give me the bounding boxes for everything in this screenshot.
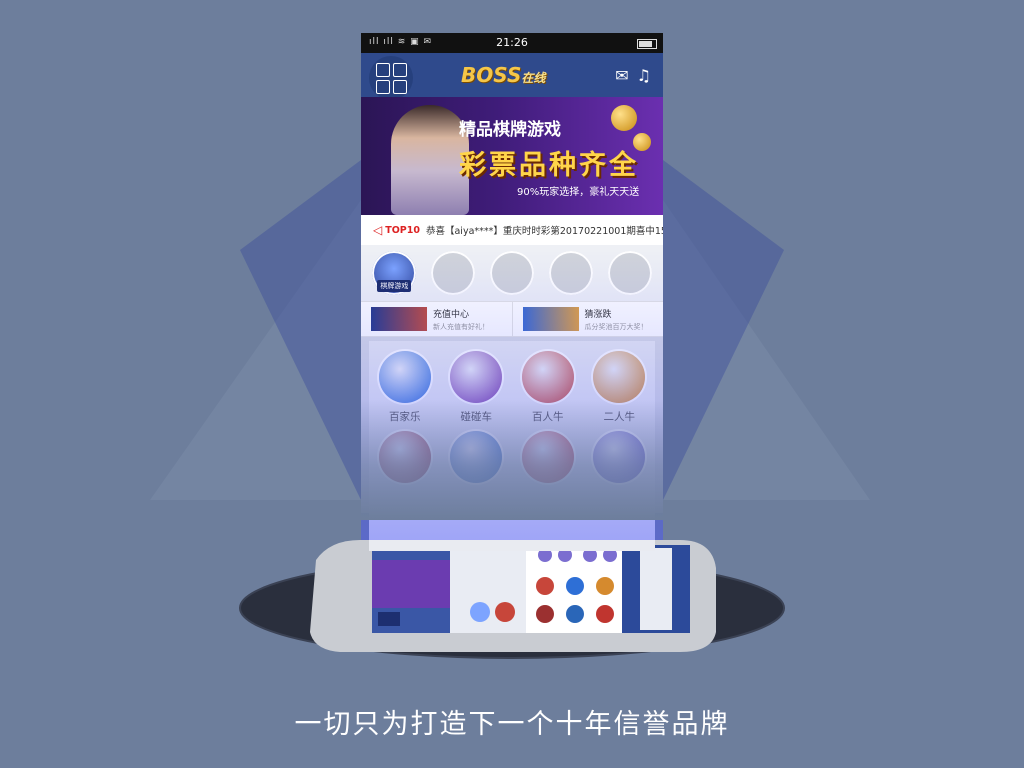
game-icon	[450, 431, 503, 483]
category-item[interactable]	[431, 251, 476, 295]
category-item[interactable]	[607, 251, 652, 295]
game-label: 百人牛	[532, 411, 564, 423]
slogan-caption: 一切只为打造下一个十年信誉品牌	[294, 709, 730, 740]
recharge-thumb	[371, 307, 427, 331]
game-item[interactable]	[369, 431, 441, 511]
game-item[interactable]	[441, 431, 513, 511]
top10-badge: TOP10	[385, 224, 420, 236]
status-bar: ıll ıll ≋ ▣ ✉ 21:26	[361, 33, 663, 53]
battery-icon	[637, 39, 657, 49]
banner-model-image	[391, 105, 469, 215]
game-item[interactable]: 百人牛	[512, 351, 584, 431]
recharge-center-link[interactable]: 充值中心 新人充值有好礼！	[361, 302, 512, 336]
game-icon	[521, 351, 574, 403]
promo-banner[interactable]: 精品棋牌游戏 彩票品种齐全 90%玩家选择，豪礼天天送	[361, 97, 663, 215]
game-icon	[593, 351, 646, 403]
game-item[interactable]: 碰碰车	[441, 351, 513, 431]
quick-links: 充值中心 新人充值有好礼！ 猜涨跌 瓜分奖池百万大奖！	[361, 301, 663, 337]
game-icon	[450, 351, 503, 403]
game-icon	[378, 351, 431, 403]
mail-icon[interactable]: ✉	[615, 66, 628, 85]
game-item[interactable]: 百家乐	[369, 351, 441, 431]
category-chess-cards[interactable]: 棋牌游戏	[372, 251, 417, 295]
status-time: 21:26	[496, 36, 528, 49]
game-item[interactable]: 二人牛	[584, 351, 656, 431]
speaker-icon: ◁	[373, 223, 383, 237]
game-icon	[521, 431, 574, 483]
game-item[interactable]	[512, 431, 584, 511]
ticker-text: 恭喜【aiya****】重庆时时彩第20170221001期喜中158...	[425, 226, 663, 237]
game-label: 百家乐	[389, 411, 421, 423]
guess-rise-fall-link[interactable]: 猜涨跌 瓜分奖池百万大奖！	[511, 302, 664, 336]
game-icon	[378, 431, 431, 483]
game-label: 二人牛	[603, 411, 636, 423]
banner-headline: 彩票品种齐全	[459, 150, 639, 181]
app-header: BOSS在线 ✉ ♫	[361, 53, 663, 100]
lying-phone-illustration	[310, 540, 716, 652]
game-icon	[593, 431, 646, 483]
game-item[interactable]	[584, 431, 656, 511]
bell-icon[interactable]: ♫	[637, 66, 651, 85]
grid-menu-icon[interactable]	[369, 56, 413, 100]
category-item[interactable]	[489, 251, 534, 295]
banner-title: 精品棋牌游戏	[459, 120, 561, 140]
banner-subtitle: 90%玩家选择，豪礼天天送	[517, 187, 640, 198]
app-logo: BOSS在线	[461, 63, 546, 87]
category-item[interactable]	[548, 251, 593, 295]
game-label: 碰碰车	[460, 411, 493, 423]
winner-ticker[interactable]: ◁ TOP10 恭喜【aiya****】重庆时时彩第20170221001期喜中…	[361, 215, 663, 245]
guess-thumb	[522, 307, 579, 331]
game-grid: 百家乐 碰碰车 百人牛 二人牛	[369, 341, 655, 551]
category-row: 棋牌游戏	[361, 245, 663, 301]
